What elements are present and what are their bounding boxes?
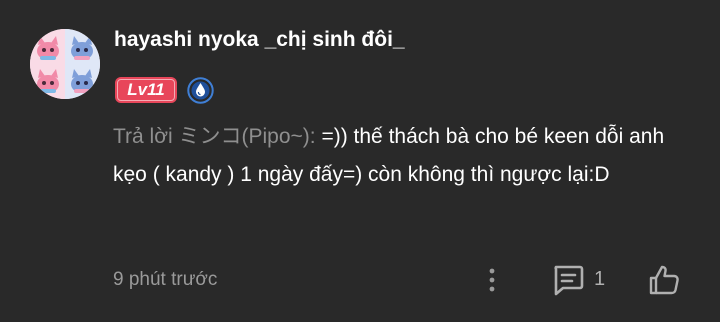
reply-prefix[interactable]: Trả lời ミンコ(Pipo~): [113,125,321,148]
four-cats-collage-avatar-icon [30,29,100,99]
comment-text: Trả lời ミンコ(Pipo~): =)) thế thách bà cho… [113,118,703,194]
thumbs-up-icon[interactable] [647,263,681,297]
author-name[interactable]: hayashi nyoka _chị sinh đôi_ [114,28,405,52]
avatar[interactable] [30,29,100,99]
level-badge-label: Lv11 [127,80,165,99]
vertical-dots-icon[interactable] [480,265,504,295]
reply-count[interactable]: 1 [594,268,605,291]
level-badge: Lv11 [115,77,177,103]
timestamp: 9 phút trước [113,269,218,290]
comment-footer: 9 phút trước 1 [0,262,720,298]
blue-circle-drop-icon [187,77,214,104]
comment-item: hayashi nyoka _chị sinh đôi_ Lv11 Trả lờ… [0,0,720,322]
comment-bubble-icon[interactable] [551,264,585,296]
